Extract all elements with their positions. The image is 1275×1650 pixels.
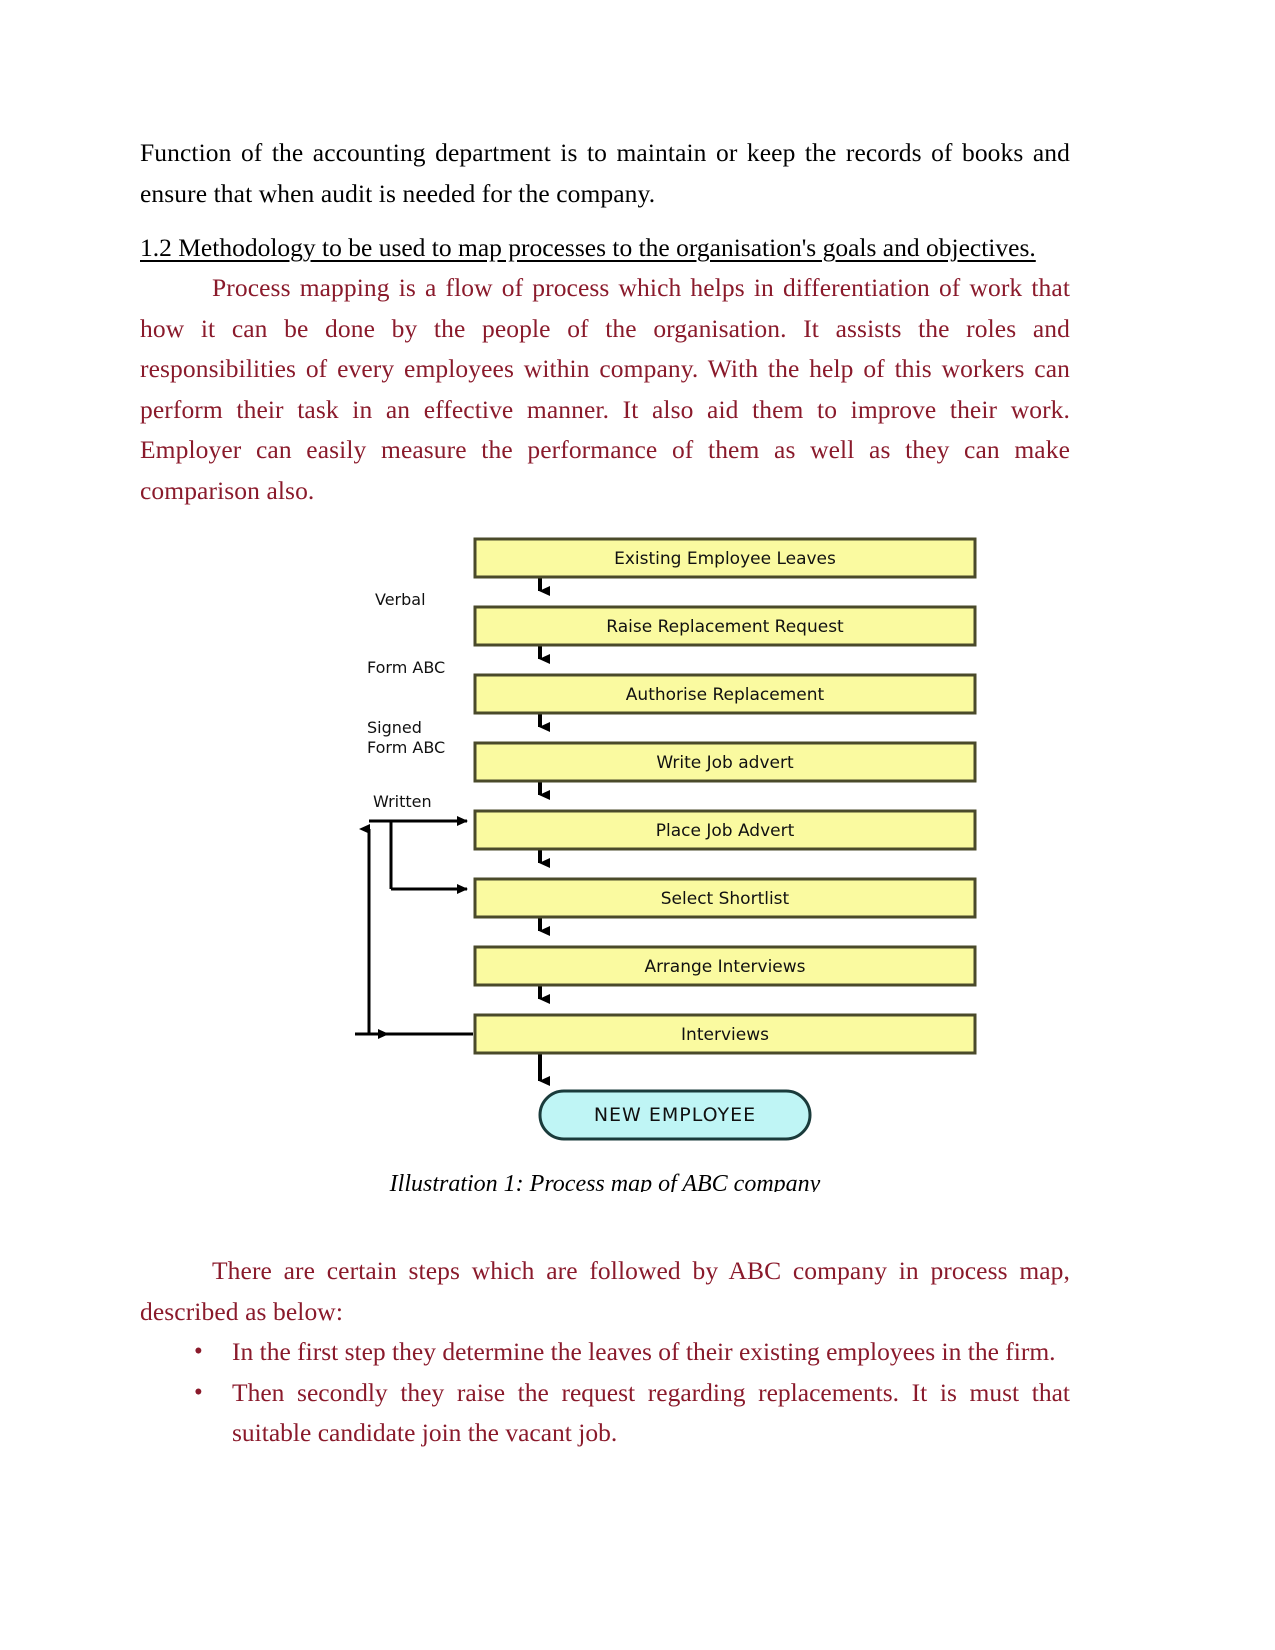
process-box-existing-employee-leaves[interactable]: Existing Employee Leaves — [473, 537, 977, 579]
process-box-interviews[interactable]: Interviews — [473, 1013, 977, 1055]
process-label: Interviews — [681, 1025, 769, 1045]
process-box-authorise-replacement[interactable]: Authorise Replacement — [473, 673, 977, 715]
process-label: Raise Replacement Request — [606, 617, 844, 637]
side-annotations: Verbal Form ABC Signed Form ABC Written — [367, 590, 445, 811]
figure-process-map: Existing Employee Leaves Raise Replaceme… — [140, 529, 1070, 1229]
section-heading: 1.2 Methodology to be used to map proces… — [140, 233, 1036, 262]
process-label: Select Shortlist — [661, 889, 790, 909]
bullet-marker-icon: • — [194, 1378, 203, 1406]
process-label: Arrange Interviews — [644, 957, 805, 977]
process-label: Place Job Advert — [656, 821, 795, 841]
side-label-signed: Signed — [367, 718, 422, 737]
list-item-text: In the first step they determine the lea… — [232, 1337, 1056, 1366]
intro-paragraph: Function of the accounting department is… — [140, 138, 1070, 208]
side-label-signed-form-abc: Form ABC — [367, 738, 445, 757]
terminator-new-employee[interactable]: NEW EMPLOYEE — [538, 1089, 812, 1141]
process-box-select-shortlist[interactable]: Select Shortlist — [473, 877, 977, 919]
side-label-form-abc: Form ABC — [367, 658, 445, 677]
figure-caption: Illustration 1: Process map of ABC compa… — [389, 1171, 821, 1192]
list-item-text: Then secondly they raise the request reg… — [232, 1377, 1070, 1448]
process-label: Authorise Replacement — [626, 685, 825, 705]
page-content: Function of the accounting department is… — [140, 133, 1070, 1454]
process-steps-list: • In the first step they determine the l… — [140, 1332, 1070, 1454]
document-page: Function of the accounting department is… — [0, 0, 1275, 1650]
process-box-place-job-advert[interactable]: Place Job Advert — [473, 809, 977, 851]
steps-intro-paragraph: There are certain steps which are follow… — [140, 1256, 1070, 1326]
flowchart-diagram: Existing Employee Leaves Raise Replaceme… — [355, 529, 1075, 1179]
list-item: • In the first step they determine the l… — [194, 1332, 1070, 1373]
feedback-loop-interviews-to-place-job-advert — [355, 816, 473, 1039]
process-box-arrange-interviews[interactable]: Arrange Interviews — [473, 945, 977, 987]
flowchart-svg: Existing Employee Leaves Raise Replaceme… — [355, 537, 977, 1141]
process-boxes: Existing Employee Leaves Raise Replaceme… — [473, 537, 977, 1055]
bullet-marker-icon: • — [194, 1338, 203, 1365]
side-label-written: Written — [373, 792, 432, 811]
process-box-raise-replacement-request[interactable]: Raise Replacement Request — [473, 605, 977, 647]
process-label: Existing Employee Leaves — [614, 549, 836, 569]
methodology-paragraph: Process mapping is a flow of process whi… — [140, 273, 1070, 505]
process-box-write-job-advert[interactable]: Write Job advert — [473, 741, 977, 783]
side-label-verbal: Verbal — [375, 590, 426, 609]
terminator-label: NEW EMPLOYEE — [594, 1104, 756, 1126]
process-label: Write Job advert — [656, 753, 794, 773]
list-item: • Then secondly they raise the request r… — [194, 1373, 1070, 1454]
